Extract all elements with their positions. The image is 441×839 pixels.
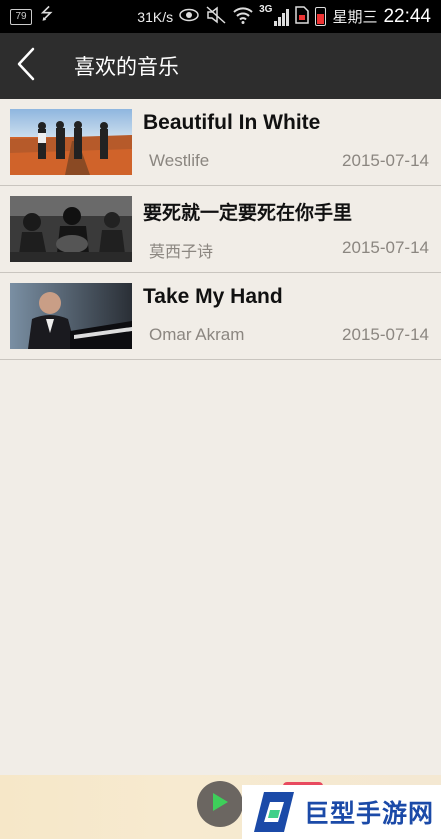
signal-icon xyxy=(274,8,290,26)
song-artist: Omar Akram xyxy=(149,325,245,344)
network-type: 3G xyxy=(259,4,273,15)
song-artist: 莫西子诗 xyxy=(149,242,214,261)
battery-level-icon: 79 xyxy=(10,8,32,25)
chevron-left-icon xyxy=(16,47,36,85)
song-item[interactable]: Beautiful In White Westlife 2015-07-14 xyxy=(0,99,441,186)
album-art-image xyxy=(10,283,132,349)
battery-icon xyxy=(315,7,327,26)
song-title: Beautiful In White xyxy=(143,111,321,134)
song-list: Beautiful In White Westlife 2015-07-14 要… xyxy=(0,99,441,360)
network-speed: 31K/s xyxy=(137,8,174,25)
play-button[interactable] xyxy=(197,781,243,827)
song-title: 要死就一定要死在你手里 xyxy=(143,202,353,224)
usb-icon: ⭍ xyxy=(40,6,54,23)
song-date: 2015-07-14 xyxy=(342,151,429,170)
clock: 22:44 xyxy=(383,5,431,27)
song-date: 2015-07-14 xyxy=(342,238,429,257)
status-bar: 79 ⭍ 31K/s 3G 星期三 22:44 xyxy=(0,0,441,33)
play-icon xyxy=(210,791,230,817)
day-of-week: 星期三 xyxy=(332,9,378,26)
watermark: 巨型手游网 xyxy=(242,785,441,839)
song-artist: Westlife xyxy=(149,151,210,170)
watermark-logo-icon xyxy=(250,788,298,836)
song-date: 2015-07-14 xyxy=(342,325,429,344)
song-item[interactable]: 要死就一定要死在你手里 莫西子诗 2015-07-14 xyxy=(0,186,441,273)
album-art-image xyxy=(10,109,132,175)
album-art-image xyxy=(10,196,132,262)
song-title: Take My Hand xyxy=(143,285,283,308)
app-header: 喜欢的音乐 xyxy=(0,33,441,99)
song-item[interactable]: Take My Hand Omar Akram 2015-07-14 xyxy=(0,273,441,360)
sim-icon xyxy=(295,5,310,28)
eye-icon xyxy=(179,8,199,26)
wifi-icon xyxy=(233,6,253,28)
page-title: 喜欢的音乐 xyxy=(74,55,179,79)
mute-icon xyxy=(205,5,227,29)
watermark-text: 巨型手游网 xyxy=(304,799,435,828)
back-button[interactable] xyxy=(0,33,52,99)
